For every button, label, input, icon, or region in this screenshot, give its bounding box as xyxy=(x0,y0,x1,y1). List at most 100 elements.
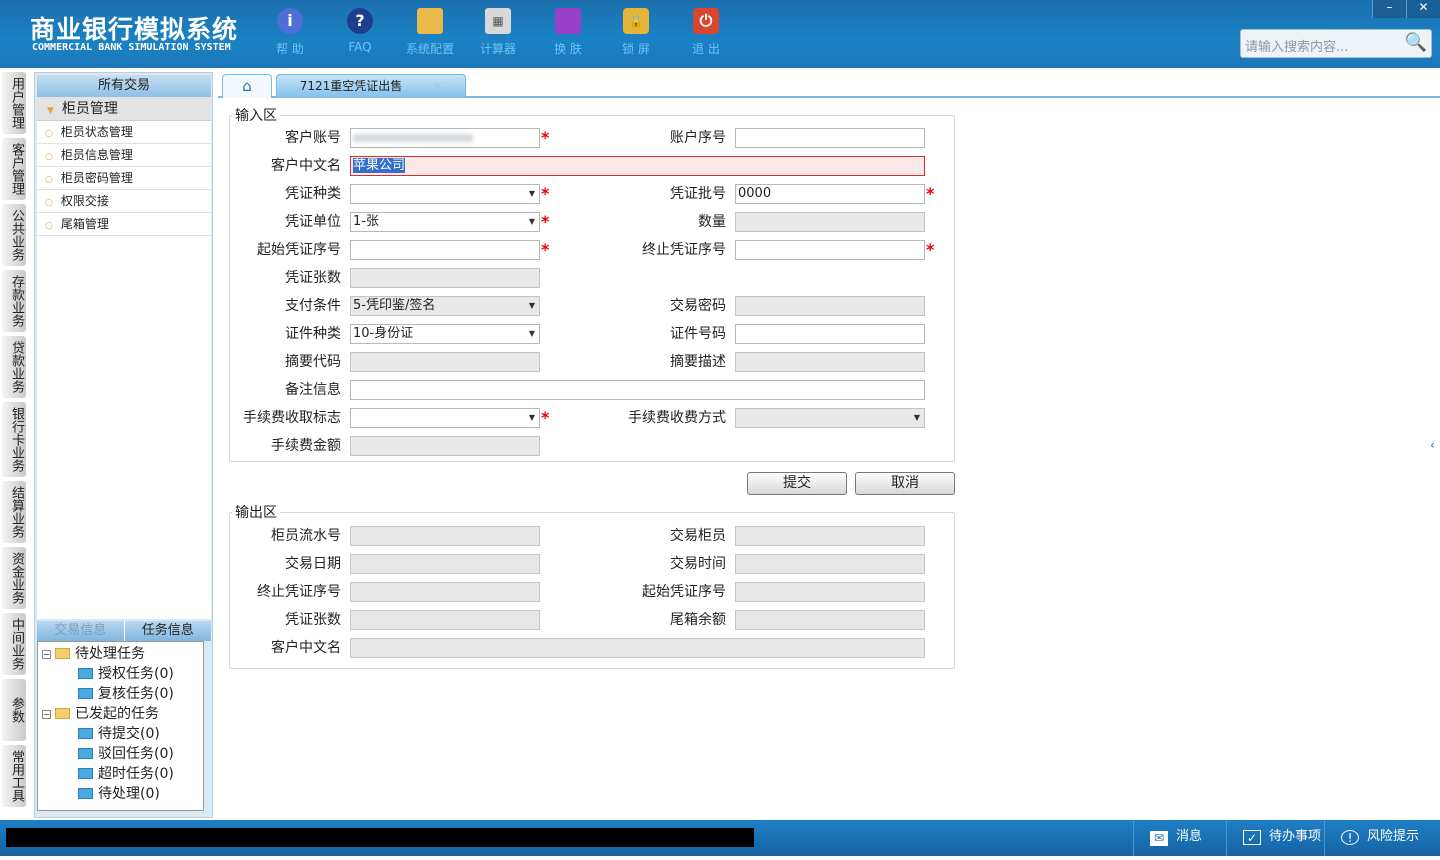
status-message-bar xyxy=(6,828,754,847)
system-config-button[interactable]: 系统配置 xyxy=(400,8,460,57)
module-tab-user[interactable]: 用户管理 xyxy=(2,72,26,134)
tree-node[interactable]: 授权任务(0) xyxy=(42,664,199,684)
sidebar-title: 所有交易 xyxy=(37,75,211,97)
label-start-seq: 起始凭证序号 xyxy=(257,242,341,258)
account-seq-input[interactable] xyxy=(735,128,925,148)
messages-button[interactable]: ✉ 消息 xyxy=(1133,820,1226,856)
label-fee-amount: 手续费金额 xyxy=(271,438,341,454)
item-label: 柜员信息管理 xyxy=(60,148,133,162)
bullet-icon: ○ xyxy=(45,175,53,185)
tree-node[interactable]: 待处理(0) xyxy=(42,784,199,804)
tab-7121[interactable]: 7121重空凭证出售 × xyxy=(276,74,466,98)
module-tab-intermediate[interactable]: 中间业务 xyxy=(2,613,26,675)
dropdown-arrow-icon: ▼ xyxy=(528,413,535,422)
label-summary-desc: 摘要描述 xyxy=(670,354,726,370)
label-out-count: 凭证张数 xyxy=(285,612,341,628)
label-out-end-seq: 终止凭证序号 xyxy=(257,584,341,600)
module-tab-tools[interactable]: 常用工具 xyxy=(2,745,26,807)
help-label: 帮 助 xyxy=(276,42,304,56)
tree-node[interactable]: − 待处理任务 xyxy=(42,644,199,664)
sidebar-group-teller[interactable]: ▼ 柜员管理 xyxy=(37,97,211,121)
label-voucher-unit: 凭证单位 xyxy=(285,214,341,230)
customer-account-input[interactable] xyxy=(350,128,540,148)
cancel-button[interactable]: 取消 xyxy=(855,472,955,495)
id-type-value: 10-身份证 xyxy=(353,326,414,341)
folder-icon xyxy=(78,728,93,739)
tree-node[interactable]: − 已发起的任务 xyxy=(42,704,199,724)
module-tab-params[interactable]: 参数 xyxy=(2,679,26,741)
search-icon[interactable]: 🔍 xyxy=(1405,32,1427,53)
module-tab-loan[interactable]: 贷款业务 xyxy=(2,336,26,398)
label-teller-serial: 柜员流水号 xyxy=(271,528,341,544)
id-type-select[interactable]: 10-身份证 ▼ xyxy=(350,324,540,344)
label-customer-account: 客户账号 xyxy=(285,130,341,146)
tab-trade-info[interactable]: 交易信息 xyxy=(37,621,124,641)
label-fee-method: 手续费收费方式 xyxy=(628,410,726,426)
label-id-number: 证件号码 xyxy=(670,326,726,342)
lock-screen-button[interactable]: 🔒 锁 屏 xyxy=(606,8,666,57)
module-tab-funds[interactable]: 资金业务 xyxy=(2,547,26,609)
node-label: 授权任务(0) xyxy=(98,666,174,682)
fee-flag-select[interactable]: ▼ xyxy=(350,408,540,428)
label-voucher-batch: 凭证批号 xyxy=(670,186,726,202)
tree-node[interactable]: 待提交(0) xyxy=(42,724,199,744)
system-config-label: 系统配置 xyxy=(405,42,454,56)
faq-label: FAQ xyxy=(348,40,372,54)
calculator-button[interactable]: ▦ 计算器 xyxy=(468,8,528,57)
module-tab-deposit[interactable]: 存款业务 xyxy=(2,270,26,332)
start-seq-input[interactable] xyxy=(350,240,540,260)
dropdown-arrow-icon: ▼ xyxy=(528,301,535,310)
voucher-unit-select[interactable]: 1-张 ▼ xyxy=(350,212,540,232)
collapse-icon[interactable]: − xyxy=(42,710,51,719)
remark-input[interactable] xyxy=(350,380,925,400)
label-account-seq: 账户序号 xyxy=(670,130,726,146)
submit-button[interactable]: 提交 xyxy=(747,472,847,495)
exit-label: 退 出 xyxy=(692,42,720,56)
item-label: 尾箱管理 xyxy=(60,217,109,231)
module-tab-card[interactable]: 银行卡业务 xyxy=(2,402,26,477)
envelope-icon: ✉ xyxy=(1150,831,1168,846)
collapse-icon[interactable]: − xyxy=(42,650,51,659)
module-tabs: 用户管理 客户管理 公共业务 存款业务 贷款业务 银行卡业务 结算业务 资金业务… xyxy=(2,72,28,811)
faq-button[interactable]: ? FAQ xyxy=(330,8,390,54)
expand-panel-handle[interactable]: ‹ xyxy=(1430,425,1438,465)
tree-node[interactable]: 复核任务(0) xyxy=(42,684,199,704)
folder-icon xyxy=(55,708,70,719)
search-input[interactable]: 请输入搜索内容... 🔍 xyxy=(1240,29,1432,58)
minimize-button[interactable]: – xyxy=(1372,0,1406,18)
required-mark: * xyxy=(541,128,550,147)
node-label: 驳回任务(0) xyxy=(98,746,174,762)
app-header: 商业银行模拟系统 COMMERCIAL BANK SIMULATION SYST… xyxy=(0,0,1440,68)
pay-condition-select[interactable]: 5-凭印鉴/签名 ▼ xyxy=(350,296,540,316)
help-icon: ? xyxy=(347,8,373,34)
skin-button[interactable]: 换 肤 xyxy=(538,8,598,57)
module-tab-customer[interactable]: 客户管理 xyxy=(2,138,26,200)
risk-alert-button[interactable]: ! 风险提示 xyxy=(1324,820,1440,856)
todo-button[interactable]: ✓ 待办事项 xyxy=(1226,820,1324,856)
bullet-icon: ○ xyxy=(45,152,53,162)
close-button[interactable]: ✕ xyxy=(1406,0,1440,18)
end-seq-input[interactable] xyxy=(735,240,925,260)
tree-node[interactable]: 驳回任务(0) xyxy=(42,744,199,764)
customer-name-output xyxy=(350,638,925,658)
voucher-count-input xyxy=(350,268,540,288)
tree-node[interactable]: 超时任务(0) xyxy=(42,764,199,784)
output-legend: 输出区 xyxy=(235,505,277,521)
fee-method-select[interactable]: ▼ xyxy=(735,408,925,428)
transaction-form: 输入区 客户账号 * 账户序号 客户中文名 苹果公司 凭证种类 ▼ * 凭证批号… xyxy=(218,98,1428,818)
help-button[interactable]: i 帮 助 xyxy=(260,8,320,57)
task-tree: − 待处理任务 授权任务(0) 复核任务(0) − 已发起的任务 待提交(0) 驳回… xyxy=(37,641,204,811)
calculator-icon: ▦ xyxy=(485,8,511,34)
close-tab-icon[interactable]: × xyxy=(432,79,442,93)
voucher-type-select[interactable]: ▼ xyxy=(350,184,540,204)
module-tab-settlement[interactable]: 结算业务 xyxy=(2,481,26,543)
label-trade-date: 交易日期 xyxy=(285,556,341,572)
module-tab-public[interactable]: 公共业务 xyxy=(2,204,26,266)
customer-name-input[interactable]: 苹果公司 xyxy=(350,156,925,176)
dropdown-arrow-icon: ▼ xyxy=(528,217,535,226)
exit-button[interactable]: ⏻ 退 出 xyxy=(676,8,736,57)
voucher-batch-input[interactable]: 0000 xyxy=(735,184,925,204)
home-tab[interactable]: ⌂ xyxy=(222,74,272,98)
id-number-input[interactable] xyxy=(735,324,925,344)
input-legend: 输入区 xyxy=(235,108,277,124)
